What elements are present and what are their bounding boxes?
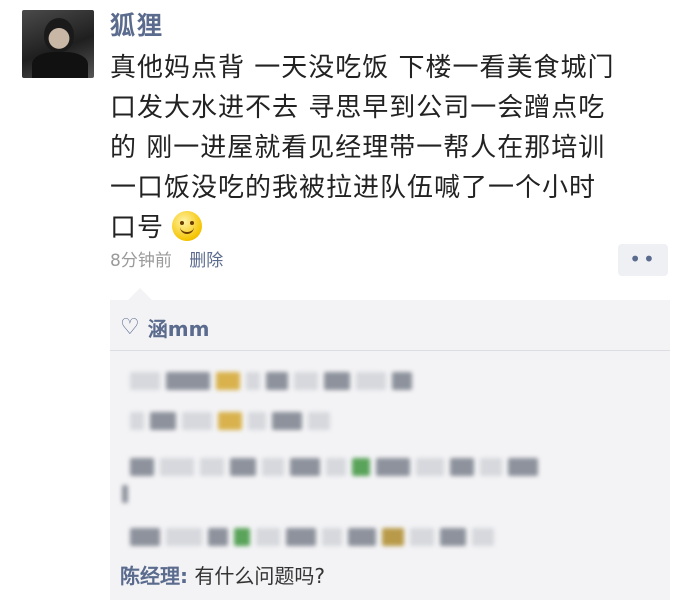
avatar-head-shape bbox=[44, 18, 74, 52]
post-text: 真他妈点背 一天没吃饭 下楼一看美食城门 口发大水进不去 寻思早到公司一会蹭点吃… bbox=[110, 48, 670, 248]
blurred-comment bbox=[130, 458, 538, 480]
post-meta: 8分钟前 删除 bbox=[110, 246, 223, 271]
commenter-name[interactable]: 陈经理: bbox=[120, 564, 188, 588]
blurred-comment bbox=[130, 372, 412, 394]
post-time: 8分钟前 bbox=[110, 251, 172, 271]
post-line: 真他妈点背 一天没吃饭 下楼一看美食城门 bbox=[110, 53, 615, 83]
post-line: 口发大水进不去 寻思早到公司一会蹭点吃 bbox=[110, 93, 606, 123]
post-line: 一口饭没吃的我被拉进队伍喊了一个小时 bbox=[110, 173, 597, 203]
comment-item: 陈经理: 有什么问题吗? bbox=[120, 560, 325, 589]
post-line: 口号 bbox=[110, 213, 165, 243]
heart-icon: ♡ bbox=[120, 314, 140, 340]
comment-section: ♡ 涵mm 陈经理: 有什么问题吗? bbox=[110, 288, 670, 600]
liker-name[interactable]: 涵mm bbox=[148, 313, 210, 342]
blurred-comment bbox=[130, 412, 330, 434]
avatar-shoulder-shape bbox=[32, 52, 88, 78]
divider bbox=[110, 350, 670, 351]
comment-text: 有什么问题吗? bbox=[188, 564, 325, 588]
more-button[interactable]: •• bbox=[618, 244, 668, 276]
likes-row: ♡ 涵mm bbox=[120, 310, 209, 344]
blurred-comment bbox=[130, 528, 494, 550]
delete-link[interactable]: 删除 bbox=[189, 251, 223, 271]
post-line-last: 口号 bbox=[110, 208, 670, 248]
blurred-comment bbox=[122, 485, 128, 507]
post-username[interactable]: 狐狸 bbox=[110, 6, 164, 42]
avatar[interactable] bbox=[22, 10, 94, 78]
post-line: 的 刚一进屋就看见经理带一帮人在那培训 bbox=[110, 133, 606, 163]
smile-emoji-icon bbox=[172, 211, 203, 241]
